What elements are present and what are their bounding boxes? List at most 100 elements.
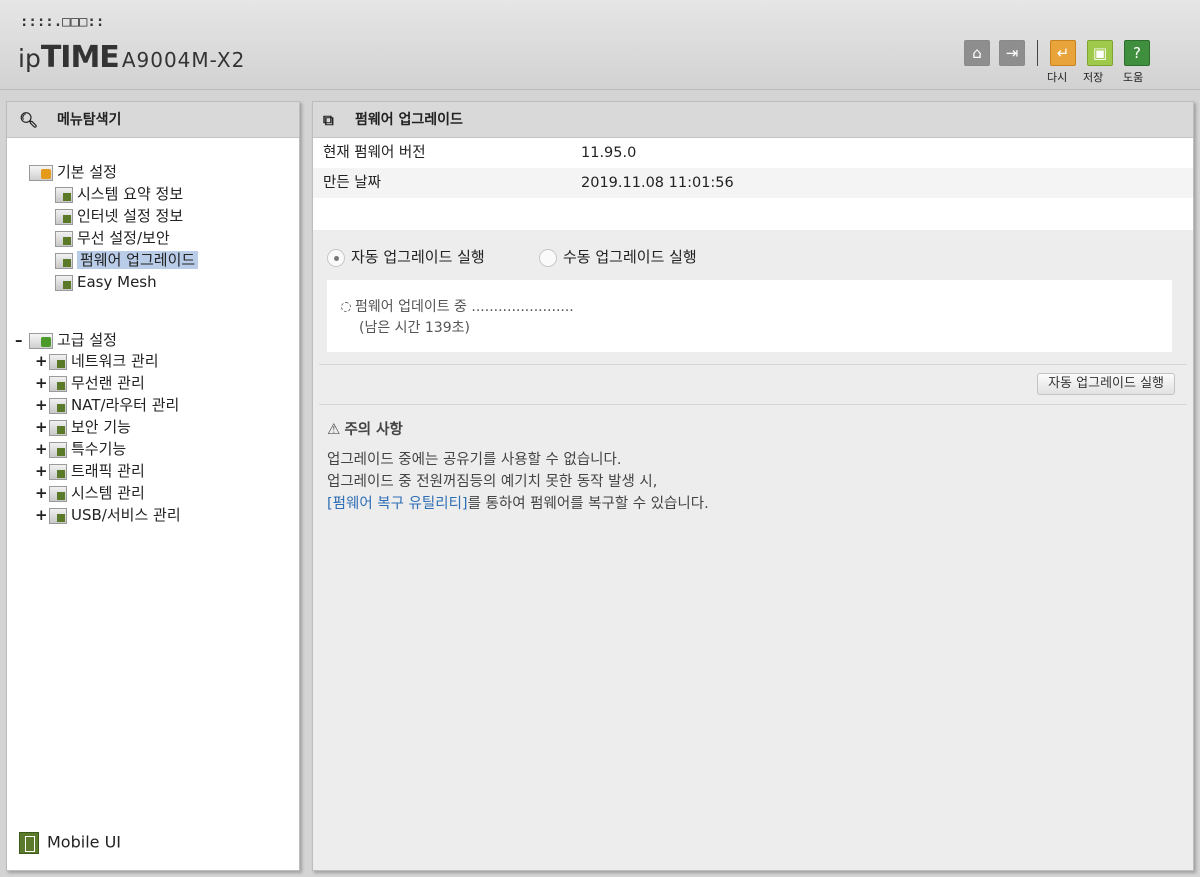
undo-label[interactable]: 다시 <box>1047 69 1067 85</box>
notice-line: 업그레이드 중에는 공유기를 사용할 수 없습니다. <box>327 452 622 468</box>
tree-folder-advanced[interactable]: – 고급 설정 <box>15 330 117 350</box>
update-status-line: 펌웨어 업데이트 중 ....................... <box>341 296 574 316</box>
save-label[interactable]: 저장 <box>1083 69 1103 85</box>
expand-toggle[interactable]: + <box>35 483 49 503</box>
menu-explorer-title: 메뉴탐색기 <box>57 112 122 128</box>
tree-item-label: 보안 기능 <box>71 418 131 436</box>
tree-folder-basic[interactable]: 기본 설정 <box>29 162 117 182</box>
help-icon[interactable]: ? <box>1124 40 1150 66</box>
model-name: A9004M-X2 <box>121 48 246 72</box>
tree-item-wireless-security[interactable]: 무선 설정/보안 <box>55 228 170 248</box>
help-label[interactable]: 도움 <box>1123 69 1143 85</box>
tree-item-system-summary[interactable]: 시스템 요약 정보 <box>55 184 183 204</box>
tree-item-usb-service[interactable]: + USB/서비스 관리 <box>35 505 181 525</box>
notice-heading: ⚠ 주의 사항 <box>327 418 403 439</box>
tree-item-label: 네트워크 관리 <box>71 352 159 370</box>
radio-label: 수동 업그레이드 실행 <box>563 248 697 266</box>
tree-item-label: 시스템 관리 <box>71 484 145 502</box>
info-value: 11.95.0 <box>581 145 637 161</box>
info-row-blank <box>313 198 1193 230</box>
tree-item-security[interactable]: + 보안 기능 <box>35 417 131 437</box>
expand-toggle[interactable]: + <box>35 439 49 459</box>
tree-item-label: NAT/라우터 관리 <box>71 396 180 414</box>
grid-icon <box>49 441 67 458</box>
run-auto-upgrade-button[interactable]: 자동 업그레이드 실행 <box>1037 373 1175 395</box>
mobile-icon <box>19 832 39 854</box>
undo-icon[interactable]: ↵ <box>1050 40 1076 66</box>
divider <box>319 364 1187 365</box>
usb-icon <box>49 507 67 524</box>
update-status-box: 펌웨어 업데이트 중 ....................... (남은 시… <box>327 280 1172 352</box>
expand-toggle[interactable]: + <box>35 373 49 393</box>
radio-manual-upgrade[interactable]: 수동 업그레이드 실행 <box>539 246 697 267</box>
expand-toggle[interactable]: + <box>35 395 49 415</box>
magnifier-icon: 🔍︎ <box>19 111 39 129</box>
folder-icon <box>29 164 53 181</box>
expand-toggle[interactable]: + <box>35 417 49 437</box>
upgrade-arrow-icon <box>55 252 73 269</box>
tree-item-special[interactable]: + 특수기능 <box>35 439 126 459</box>
wifi-icon <box>49 375 67 392</box>
tree-item-nat-router[interactable]: + NAT/라우터 관리 <box>35 395 179 415</box>
tree-folder-label: 고급 설정 <box>57 331 117 349</box>
expand-toggle[interactable]: + <box>35 351 49 371</box>
chart-icon <box>55 186 73 203</box>
toolbar-divider <box>1037 40 1038 66</box>
tree-item-label: 무선랜 관리 <box>71 374 145 392</box>
tree-item-network[interactable]: + 네트워크 관리 <box>35 351 159 371</box>
tree-item-system[interactable]: + 시스템 관리 <box>35 483 145 503</box>
menu-explorer-header: 🔍︎ 메뉴탐색기 <box>7 102 299 138</box>
home-icon[interactable]: ⌂ <box>964 40 990 66</box>
logout-icon[interactable]: ⇥ <box>999 40 1025 66</box>
tree-item-label: 펌웨어 업그레이드 <box>77 251 199 269</box>
tree-item-label: USB/서비스 관리 <box>71 506 181 524</box>
logo-time: TIME <box>40 40 120 75</box>
info-key: 만든 날짜 <box>323 175 381 191</box>
logo-ip: ip <box>18 44 41 73</box>
info-value: 2019.11.08 11:01:56 <box>581 175 734 191</box>
lock-icon <box>49 419 67 436</box>
wifi-icon <box>55 230 73 247</box>
expand-toggle[interactable]: + <box>35 461 49 481</box>
update-status-text: 펌웨어 업데이트 중 ....................... <box>355 299 574 315</box>
info-row-version: 현재 펌웨어 버전 11.95.0 <box>313 138 1193 168</box>
tree-item-internet-info[interactable]: 인터넷 설정 정보 <box>55 206 183 226</box>
expand-toggle[interactable]: + <box>35 505 49 525</box>
tree-folder-label: 기본 설정 <box>57 163 117 181</box>
tree-item-label: Easy Mesh <box>77 273 157 291</box>
info-key: 현재 펌웨어 버전 <box>323 145 426 161</box>
header-bar: ::::.□□□:: ipTIME A9004M-X2 ⌂ ⇥ ↵ ▣ ? 다시 … <box>0 0 1200 90</box>
tree-item-firmware-upgrade[interactable]: 펌웨어 업그레이드 <box>55 250 199 270</box>
tree-item-label: 무선 설정/보안 <box>77 229 170 247</box>
upgrade-mode-group: 자동 업그레이드 실행 수동 업그레이드 실행 <box>313 244 1193 270</box>
mobile-ui-link[interactable]: Mobile UI <box>19 832 121 854</box>
chart-icon <box>49 485 67 502</box>
firmware-panel-header: ⧉ 펌웨어 업그레이드 <box>313 102 1193 138</box>
monitor-icon <box>55 208 73 225</box>
tree-item-traffic[interactable]: + 트래픽 관리 <box>35 461 145 481</box>
divider <box>319 404 1187 405</box>
info-row-date: 만든 날짜 2019.11.08 11:01:56 <box>313 168 1193 198</box>
tree-item-wlan[interactable]: + 무선랜 관리 <box>35 373 145 393</box>
notice-line: 업그레이드 중 전원꺼짐등의 예기치 못한 동작 발생 시, <box>327 474 658 490</box>
tree-item-label: 인터넷 설정 정보 <box>77 207 184 225</box>
tree-item-label: 트래픽 관리 <box>71 462 145 480</box>
tree-item-easy-mesh[interactable]: Easy Mesh <box>55 272 157 292</box>
folder-icon <box>29 332 53 349</box>
brand-dots: ::::.□□□:: <box>20 14 105 30</box>
wifi-icon <box>55 274 73 291</box>
radio-button-unchecked[interactable] <box>539 248 557 267</box>
radio-auto-upgrade[interactable]: 자동 업그레이드 실행 <box>327 246 485 267</box>
firmware-upgrade-panel: ⧉ 펌웨어 업그레이드 현재 펌웨어 버전 11.95.0 만든 날짜 2019… <box>312 101 1194 871</box>
collapse-toggle[interactable]: – <box>15 330 29 350</box>
notice-line: [펌웨어 복구 유틸리티]를 통하여 펌웨어를 복구할 수 있습니다. <box>327 492 709 513</box>
tree-item-label: 특수기능 <box>71 440 127 458</box>
radio-button-checked[interactable] <box>327 248 345 267</box>
tree-item-label: 시스템 요약 정보 <box>77 185 184 203</box>
router-icon <box>49 397 67 414</box>
traffic-chart-icon <box>49 463 67 480</box>
recovery-utility-link[interactable]: [펌웨어 복구 유틸리티] <box>327 496 468 512</box>
save-icon[interactable]: ▣ <box>1087 40 1113 66</box>
page-icon: ⧉ <box>323 111 334 129</box>
menu-explorer-panel: 🔍︎ 메뉴탐색기 기본 설정 시스템 요약 정보 인터넷 설정 정보 무선 설정… <box>6 101 300 871</box>
